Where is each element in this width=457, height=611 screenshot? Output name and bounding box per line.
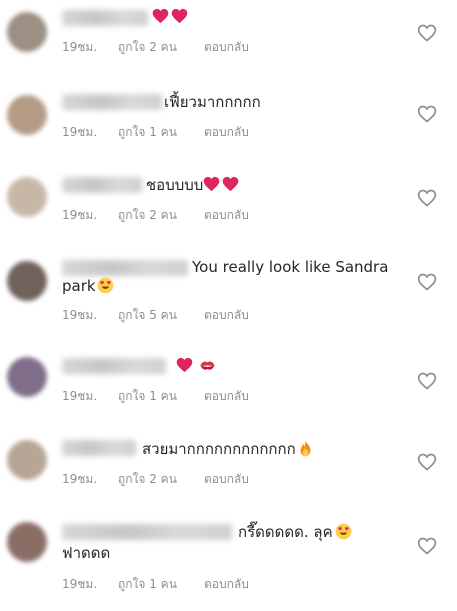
username-blurred[interactable] — [62, 94, 162, 110]
like-heart-icon[interactable] — [417, 272, 437, 292]
reply-button[interactable]: ตอบกลับ — [204, 123, 249, 142]
username-blurred[interactable] — [62, 260, 188, 276]
heart-eyes-icon — [335, 523, 352, 540]
comment-meta: 19ชม. ถูกใจ 2 คน ตอบกลับ — [62, 470, 249, 489]
comment-text-line2: park — [62, 276, 114, 296]
comment-likes[interactable]: ถูกใจ 2 คน — [118, 206, 204, 225]
comment-meta: 19ชม. ถูกใจ 1 คน ตอบกลับ — [62, 387, 249, 406]
comment-meta: 19ชม. ถูกใจ 1 คน ตอบกลับ — [62, 575, 249, 594]
red-heart-icon — [176, 357, 193, 373]
comment-time: 19ชม. — [62, 125, 98, 139]
comment-text: ชอบบบบ — [146, 175, 239, 195]
username-blurred[interactable] — [62, 440, 136, 456]
reply-button[interactable]: ตอบกลับ — [204, 575, 249, 594]
reply-button[interactable]: ตอบกลับ — [204, 470, 249, 489]
comment-time: 19ชม. — [62, 308, 98, 322]
comment-meta: 19ชม. ถูกใจ 2 คน ตอบกลับ — [62, 206, 249, 225]
reply-button[interactable]: ตอบกลับ — [204, 306, 249, 325]
comment-emojis — [152, 7, 188, 27]
comment-meta: 19ชม. ถูกใจ 2 คน ตอบกลับ — [62, 38, 249, 57]
comment-text: สวยมากกกกกกกกกกกก — [142, 439, 314, 459]
comment-text: เฟี้ยวมากกกกก — [164, 93, 261, 111]
username-blurred[interactable] — [62, 524, 232, 540]
username-blurred[interactable] — [62, 358, 166, 374]
like-heart-icon[interactable] — [417, 371, 437, 391]
avatar[interactable] — [7, 357, 47, 397]
like-heart-icon[interactable] — [417, 188, 437, 208]
like-heart-icon[interactable] — [417, 23, 437, 43]
red-heart-icon — [171, 8, 188, 24]
avatar[interactable] — [7, 522, 47, 562]
avatar[interactable] — [7, 440, 47, 480]
username-blurred[interactable] — [62, 10, 148, 26]
comment-text-line2: ฟาดดด — [62, 544, 111, 562]
reply-button[interactable]: ตอบกลับ — [204, 206, 249, 225]
red-heart-icon — [203, 176, 220, 192]
comment-likes[interactable]: ถูกใจ 2 คน — [118, 38, 204, 57]
red-heart-icon — [222, 176, 239, 192]
comment-time: 19ชม. — [62, 40, 98, 54]
like-heart-icon[interactable] — [417, 536, 437, 556]
comment-meta: 19ชม. ถูกใจ 1 คน ตอบกลับ — [62, 123, 249, 142]
comment-emojis — [176, 356, 216, 376]
comment-likes[interactable]: ถูกใจ 1 คน — [118, 387, 204, 406]
reply-button[interactable]: ตอบกลับ — [204, 387, 249, 406]
avatar[interactable] — [7, 261, 47, 301]
comment-likes[interactable]: ถูกใจ 5 คน — [118, 306, 204, 325]
comment-time: 19ชม. — [62, 577, 98, 591]
comment-meta: 19ชม. ถูกใจ 5 คน ตอบกลับ — [62, 306, 249, 325]
username-blurred[interactable] — [62, 177, 142, 193]
heart-eyes-icon — [97, 277, 114, 294]
avatar[interactable] — [7, 177, 47, 217]
reply-button[interactable]: ตอบกลับ — [204, 38, 249, 57]
red-heart-icon — [152, 8, 169, 24]
like-heart-icon[interactable] — [417, 452, 437, 472]
fire-icon — [297, 440, 314, 457]
avatar[interactable] — [7, 12, 47, 52]
comment-likes[interactable]: ถูกใจ 2 คน — [118, 470, 204, 489]
like-heart-icon[interactable] — [417, 104, 437, 124]
comment-likes[interactable]: ถูกใจ 1 คน — [118, 123, 204, 142]
kiss-mark-icon — [199, 357, 216, 374]
avatar[interactable] — [7, 95, 47, 135]
comment-likes[interactable]: ถูกใจ 1 คน — [118, 575, 204, 594]
comment-time: 19ชม. — [62, 389, 98, 403]
comment-text: กรี๊ดดดดด. ลุค — [238, 522, 352, 542]
comment-time: 19ชม. — [62, 472, 98, 486]
comment-time: 19ชม. — [62, 208, 98, 222]
comment-text: You really look like Sandra — [192, 258, 389, 276]
